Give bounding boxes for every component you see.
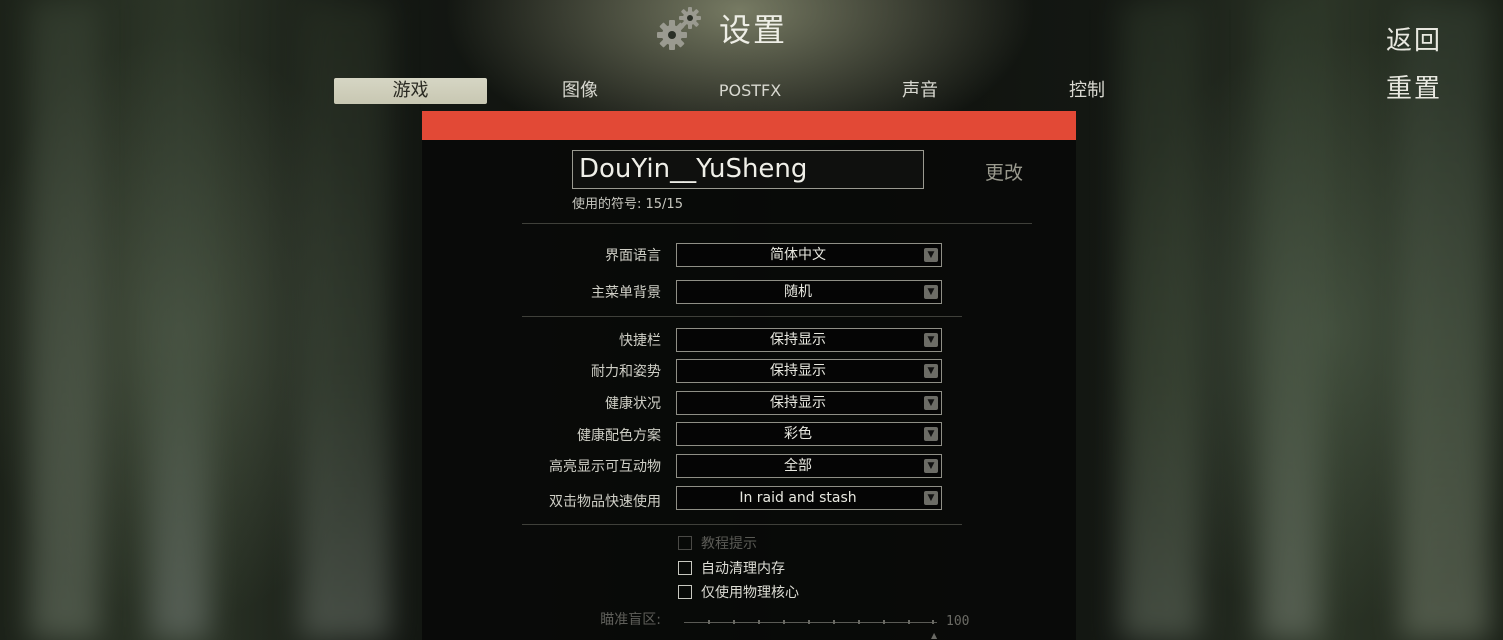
health-status-select[interactable]: 保持显示 ▼ bbox=[676, 391, 942, 415]
health-status-label: 健康状况 bbox=[605, 396, 661, 412]
page-header: 设置 bbox=[655, 4, 787, 52]
auto-clear-memory-checkbox[interactable] bbox=[678, 561, 692, 575]
chevron-down-icon: ▼ bbox=[924, 333, 938, 347]
health-color-scheme-select[interactable]: 彩色 ▼ bbox=[676, 422, 942, 446]
chevron-down-icon: ▼ bbox=[924, 459, 938, 473]
highlight-interactables-label: 高亮显示可互动物 bbox=[549, 459, 661, 475]
chevron-down-icon: ▼ bbox=[924, 491, 938, 505]
select-value: 保持显示 bbox=[770, 332, 826, 348]
chevron-down-icon: ▼ bbox=[924, 248, 938, 262]
tutorial-hints-label: 教程提示 bbox=[701, 536, 757, 552]
page-title: 设置 bbox=[719, 11, 788, 49]
aim-deadzone-label: 瞄准盲区: bbox=[600, 612, 661, 628]
tutorial-hints-checkbox[interactable] bbox=[678, 536, 692, 550]
divider bbox=[522, 524, 962, 525]
chevron-down-icon: ▼ bbox=[924, 285, 938, 299]
health-color-scheme-label: 健康配色方案 bbox=[577, 428, 661, 444]
aim-deadzone-slider[interactable] bbox=[684, 622, 937, 623]
quickbar-label: 快捷栏 bbox=[619, 333, 661, 349]
quickbar-select[interactable]: 保持显示 ▼ bbox=[676, 328, 942, 352]
slider-tick bbox=[858, 620, 860, 624]
interface-language-label: 界面语言 bbox=[605, 248, 661, 264]
tab-control[interactable]: 控制 bbox=[1050, 78, 1124, 104]
gears-icon bbox=[657, 7, 701, 50]
slider-tick bbox=[883, 620, 885, 624]
chevron-down-icon: ▼ bbox=[924, 396, 938, 410]
divider bbox=[522, 316, 962, 317]
double-click-use-select[interactable]: In raid and stash ▼ bbox=[676, 486, 942, 510]
tab-image[interactable]: 图像 bbox=[540, 78, 620, 104]
chevron-down-icon: ▼ bbox=[924, 427, 938, 441]
select-value: 随机 bbox=[784, 284, 812, 300]
panel-accent-bar bbox=[422, 111, 1076, 140]
slider-tick bbox=[708, 620, 710, 624]
aim-deadzone-value: 100 bbox=[946, 614, 970, 629]
auto-clear-memory-label: 自动清理内存 bbox=[701, 561, 785, 577]
physical-cores-only-checkbox[interactable] bbox=[678, 585, 692, 599]
select-value: 彩色 bbox=[784, 426, 812, 442]
slider-tick bbox=[908, 620, 910, 624]
physical-cores-only-label: 仅使用物理核心 bbox=[701, 585, 799, 601]
settings-tabs: 游戏 图像 POSTFX 声音 控制 bbox=[0, 78, 1503, 104]
select-value: 简体中文 bbox=[770, 247, 826, 263]
select-value: 保持显示 bbox=[770, 395, 826, 411]
settings-panel: DouYin__YuSheng 更改 使用的符号: 15/15 界面语言 简体中… bbox=[422, 111, 1076, 640]
nickname-field[interactable]: DouYin__YuSheng bbox=[572, 150, 924, 189]
slider-tick bbox=[733, 620, 735, 624]
select-value: 保持显示 bbox=[770, 363, 826, 379]
divider bbox=[522, 223, 1032, 224]
slider-tick bbox=[758, 620, 760, 624]
slider-handle-icon[interactable]: ▲ bbox=[931, 631, 937, 640]
change-nickname-button[interactable]: 更改 bbox=[985, 158, 1023, 185]
tab-game[interactable]: 游戏 bbox=[334, 78, 487, 104]
slider-tick bbox=[932, 620, 934, 624]
tab-postfx[interactable]: POSTFX bbox=[705, 78, 795, 104]
select-value: 全部 bbox=[784, 458, 812, 474]
select-value: In raid and stash bbox=[739, 490, 857, 506]
stamina-stance-label: 耐力和姿势 bbox=[591, 364, 661, 380]
slider-tick bbox=[808, 620, 810, 624]
symbols-counter: 使用的符号: 15/15 bbox=[572, 197, 683, 212]
tab-sound[interactable]: 声音 bbox=[880, 78, 960, 104]
double-click-use-label: 双击物品快速使用 bbox=[549, 494, 661, 510]
stamina-stance-select[interactable]: 保持显示 ▼ bbox=[676, 359, 942, 383]
slider-tick bbox=[833, 620, 835, 624]
interface-language-select[interactable]: 简体中文 ▼ bbox=[676, 243, 942, 267]
main-menu-background-label: 主菜单背景 bbox=[591, 285, 661, 301]
highlight-interactables-select[interactable]: 全部 ▼ bbox=[676, 454, 942, 478]
chevron-down-icon: ▼ bbox=[924, 364, 938, 378]
back-button[interactable]: 返回 bbox=[1386, 20, 1442, 57]
slider-tick bbox=[783, 620, 785, 624]
main-menu-background-select[interactable]: 随机 ▼ bbox=[676, 280, 942, 304]
